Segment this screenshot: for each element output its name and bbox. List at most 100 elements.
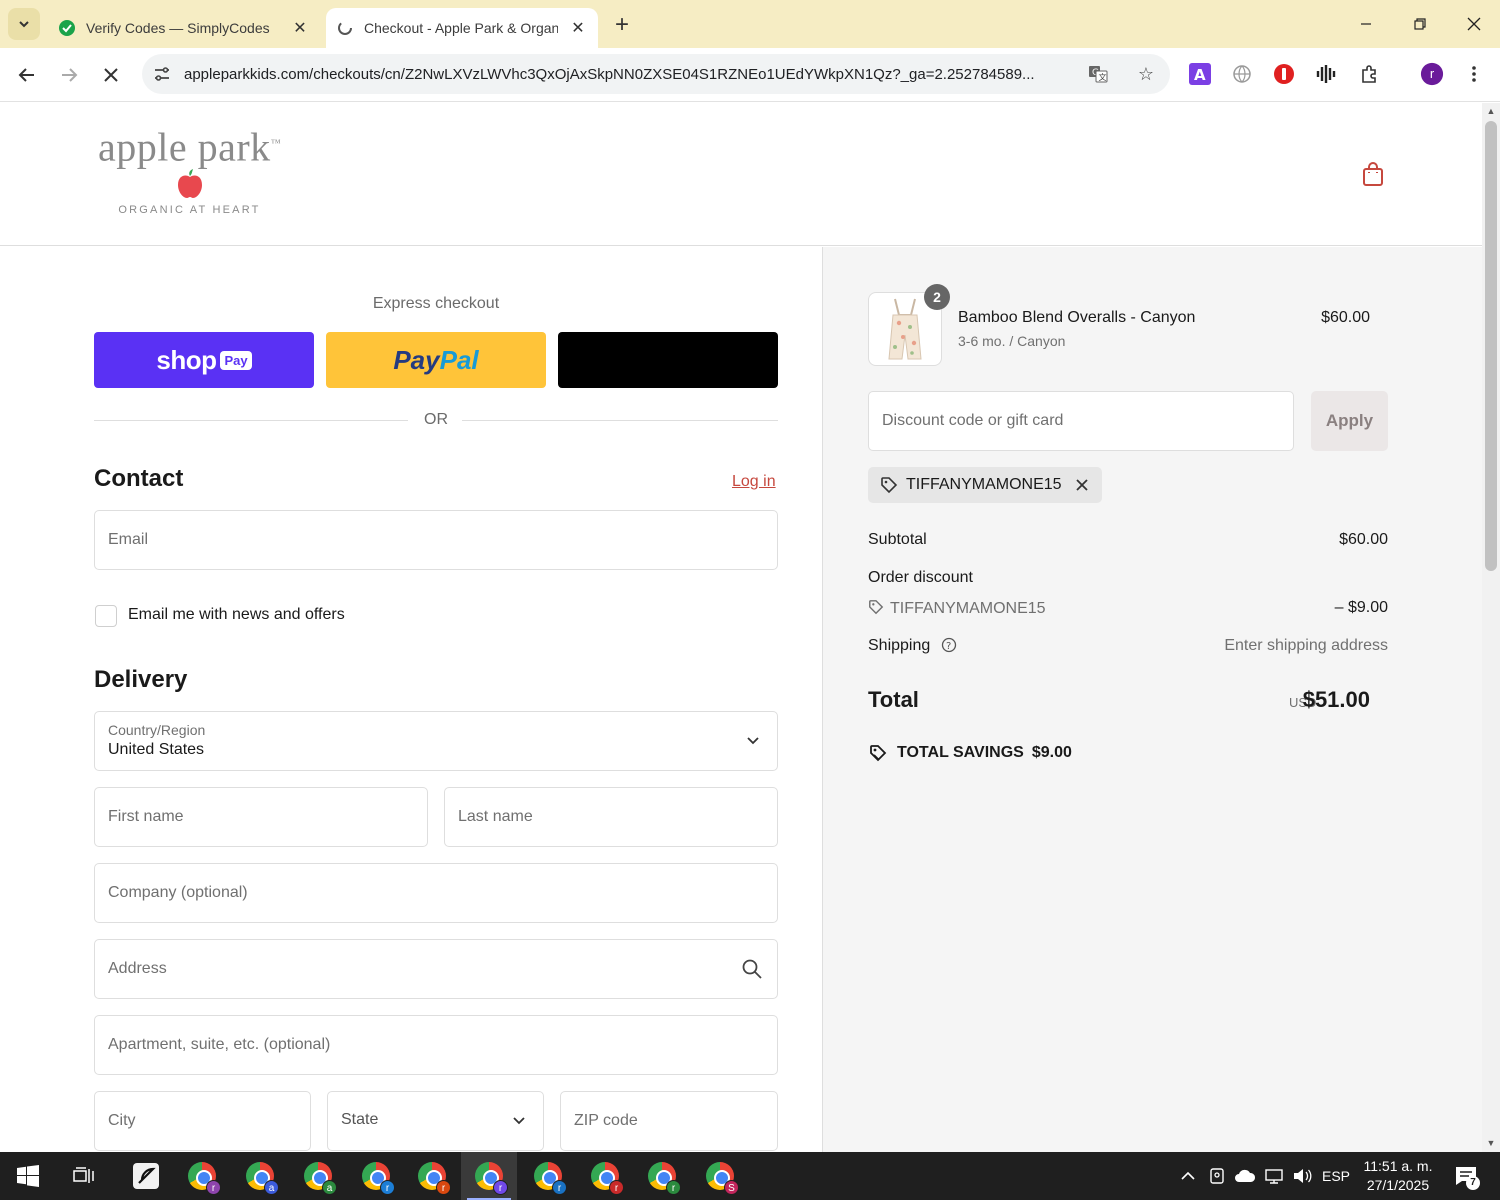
minimize-button[interactable] (1346, 6, 1386, 42)
chrome-icon: r (648, 1162, 681, 1195)
help-icon[interactable]: ? (941, 637, 957, 653)
network-icon[interactable] (1262, 1152, 1286, 1200)
log-in-link[interactable]: Log in (732, 473, 776, 491)
tab-checkout[interactable]: Checkout - Apple Park & Organic ✕ (326, 8, 598, 48)
tab-strip: Verify Codes — SimplyCodes ✕ Checkout - … (0, 0, 1500, 48)
chrome-icon: S (706, 1162, 739, 1195)
company-field[interactable]: Company (optional) (94, 863, 778, 923)
taskbar-chrome-9[interactable]: r (634, 1152, 690, 1200)
close-tab-icon[interactable]: ✕ (290, 18, 310, 38)
taskbar-chrome-6[interactable]: r (461, 1152, 517, 1200)
extension-a-icon[interactable]: A (1188, 62, 1212, 86)
state-placeholder: State (341, 1111, 379, 1128)
input-language[interactable]: ESP (1318, 1152, 1354, 1200)
newsletter-checkbox[interactable] (95, 605, 117, 627)
forward-button[interactable] (54, 60, 84, 90)
city-field[interactable]: City (94, 1091, 311, 1151)
show-hidden-icons-button[interactable] (1176, 1152, 1200, 1200)
apartment-field[interactable]: Apartment, suite, etc. (optional) (94, 1015, 778, 1075)
extensions-puzzle-icon[interactable] (1358, 62, 1382, 86)
email-field[interactable]: Email (94, 510, 778, 570)
onedrive-cloud-icon[interactable] (1232, 1152, 1258, 1200)
taskbar-chrome-5[interactable]: r (404, 1152, 460, 1200)
meet-now-icon[interactable] (1206, 1152, 1228, 1200)
country-value: United States (108, 741, 205, 758)
shop-pay-button[interactable]: shop Pay (94, 332, 314, 388)
checkout-form: Express checkout shop Pay PayPal OR Cont… (0, 103, 822, 1152)
arrow-left-icon (18, 68, 34, 82)
company-placeholder: Company (optional) (108, 884, 248, 901)
tab-search-button[interactable] (8, 8, 40, 40)
chrome-icon: r (534, 1162, 567, 1195)
taskbar-chrome-1[interactable]: r (174, 1152, 230, 1200)
back-button[interactable] (12, 60, 42, 90)
express-checkout-label: Express checkout (372, 295, 500, 312)
taskbar-chrome-4[interactable]: r (348, 1152, 404, 1200)
shop-pay-logo-text: shop (156, 344, 217, 375)
google-pay-button[interactable] (558, 332, 778, 388)
notification-center-button[interactable]: 7 (1448, 1152, 1484, 1200)
start-button[interactable] (0, 1152, 56, 1200)
address-field[interactable]: Address (94, 939, 778, 999)
audio-extension-icon[interactable] (1314, 62, 1338, 86)
site-info-icon[interactable] (152, 64, 172, 84)
order-summary-panel (822, 247, 1482, 1152)
close-tab-icon[interactable]: ✕ (568, 18, 588, 38)
new-tab-button[interactable]: + (608, 12, 636, 40)
first-name-field[interactable]: First name (94, 787, 428, 847)
country-label: Country/Region (108, 722, 206, 738)
remove-discount-icon[interactable] (1074, 477, 1090, 493)
taskbar-chrome-8[interactable]: r (577, 1152, 633, 1200)
apply-discount-button[interactable]: Apply (1311, 391, 1388, 451)
stop-loading-button[interactable] (96, 60, 126, 90)
scroll-down-icon[interactable]: ▼ (1486, 1138, 1496, 1148)
notification-count: 7 (1466, 1176, 1480, 1190)
page-scrollbar[interactable]: ▲ ▼ (1482, 103, 1500, 1152)
url-text[interactable]: appleparkkids.com/checkouts/cn/Z2NwLXVzL… (184, 66, 1074, 83)
applied-code-text: TIFFANYMAMONE15 (906, 476, 1062, 493)
scroll-up-icon[interactable]: ▲ (1486, 106, 1496, 116)
state-select[interactable]: State (327, 1091, 544, 1151)
taskbar-chrome-3[interactable]: a (290, 1152, 346, 1200)
first-name-placeholder: First name (108, 808, 184, 825)
discount-placeholder: Discount code or gift card (882, 412, 1064, 429)
chrome-icon: r (475, 1162, 508, 1195)
search-icon (742, 959, 762, 979)
last-name-field[interactable]: Last name (444, 787, 778, 847)
clock-time: 11:51 a. m. (1363, 1158, 1433, 1174)
globe-extension-icon[interactable] (1230, 62, 1254, 86)
feather-app-icon (133, 1163, 159, 1189)
chrome-icon: r (591, 1162, 624, 1195)
arrow-right-icon (62, 68, 78, 82)
task-view-icon (73, 1167, 94, 1183)
profile-avatar[interactable]: r (1420, 62, 1444, 86)
scrollbar-thumb[interactable] (1485, 121, 1497, 571)
windows-logo-icon (17, 1165, 39, 1187)
translate-icon[interactable]: G文 (1086, 62, 1110, 86)
taskbar-chrome-10[interactable]: S (692, 1152, 748, 1200)
taskbar-chrome-7[interactable]: r (520, 1152, 576, 1200)
taskbar-app-feather[interactable] (118, 1152, 174, 1200)
close-icon (1467, 17, 1481, 31)
close-window-button[interactable] (1454, 6, 1494, 42)
bookmark-star-icon[interactable]: ☆ (1134, 62, 1158, 86)
address-bar[interactable]: appleparkkids.com/checkouts/cn/Z2NwLXVzL… (142, 54, 1170, 94)
taskbar-chrome-2[interactable]: a (232, 1152, 288, 1200)
chrome-menu-icon[interactable] (1462, 62, 1486, 86)
simplycodes-extension-icon[interactable] (1272, 62, 1296, 86)
discount-code-field[interactable]: Discount code or gift card (868, 391, 1294, 451)
shopping-bag-icon[interactable] (1362, 161, 1386, 187)
volume-icon[interactable] (1290, 1152, 1314, 1200)
loading-icon (336, 19, 354, 37)
newsletter-label[interactable]: Email me with news and offers (128, 606, 345, 624)
task-view-button[interactable] (56, 1152, 112, 1200)
address-placeholder: Address (108, 960, 167, 977)
tab-simplycodes[interactable]: Verify Codes — SimplyCodes ✕ (48, 8, 320, 48)
restore-icon (1414, 18, 1426, 30)
clock[interactable]: 11:51 a. m. 27/1/2025 (1358, 1157, 1438, 1195)
zip-field[interactable]: ZIP code (560, 1091, 778, 1151)
paypal-button[interactable]: PayPal (326, 332, 546, 388)
restore-button[interactable] (1400, 6, 1440, 42)
chrome-icon: a (304, 1162, 337, 1195)
country-select[interactable]: Country/Region United States (94, 711, 778, 771)
